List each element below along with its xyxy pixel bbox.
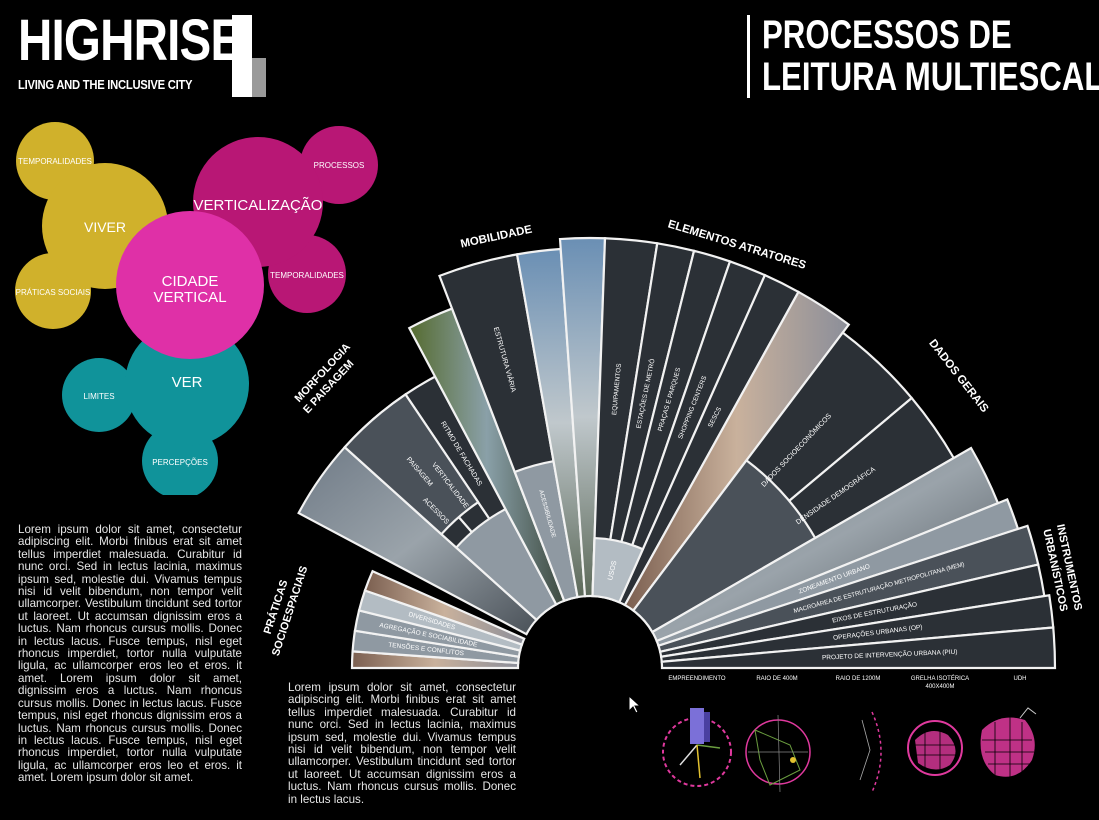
scale-icon-raio400	[745, 714, 811, 793]
scale-icon-grelha	[907, 720, 963, 776]
fan-center-hole	[520, 598, 660, 738]
scale-label-empreendimento: EMPREENDIMENTO	[668, 676, 726, 682]
scale-icon-raio1200	[859, 711, 882, 793]
category-dados: DADOS GERAIS	[926, 337, 990, 415]
paragraph-left: Lorem ipsum dolor sit amet, consectetur …	[18, 523, 242, 785]
poster: HIGHRISE LIVING AND THE INCLUSIVE CITY P…	[0, 0, 1099, 820]
scale-icon-udh	[980, 707, 1037, 780]
scale-icon-empreendimento	[662, 708, 732, 787]
scale-label-raio1200: RAIO DE 1200M	[836, 676, 881, 682]
scale-label-udh: UDH	[1014, 676, 1027, 682]
scale-label-grelha2: 400X400M	[925, 684, 954, 690]
mouse-pointer-icon	[628, 695, 642, 714]
scale-label-raio400: RAIO DE 400M	[756, 676, 797, 682]
category-mobilidade: MOBILIDADE	[460, 224, 534, 251]
paragraph-bottom: Lorem ipsum dolor sit amet, consectetur …	[288, 681, 516, 806]
scale-label-grelha1: GRELHA ISOTÉRICA	[911, 675, 969, 682]
